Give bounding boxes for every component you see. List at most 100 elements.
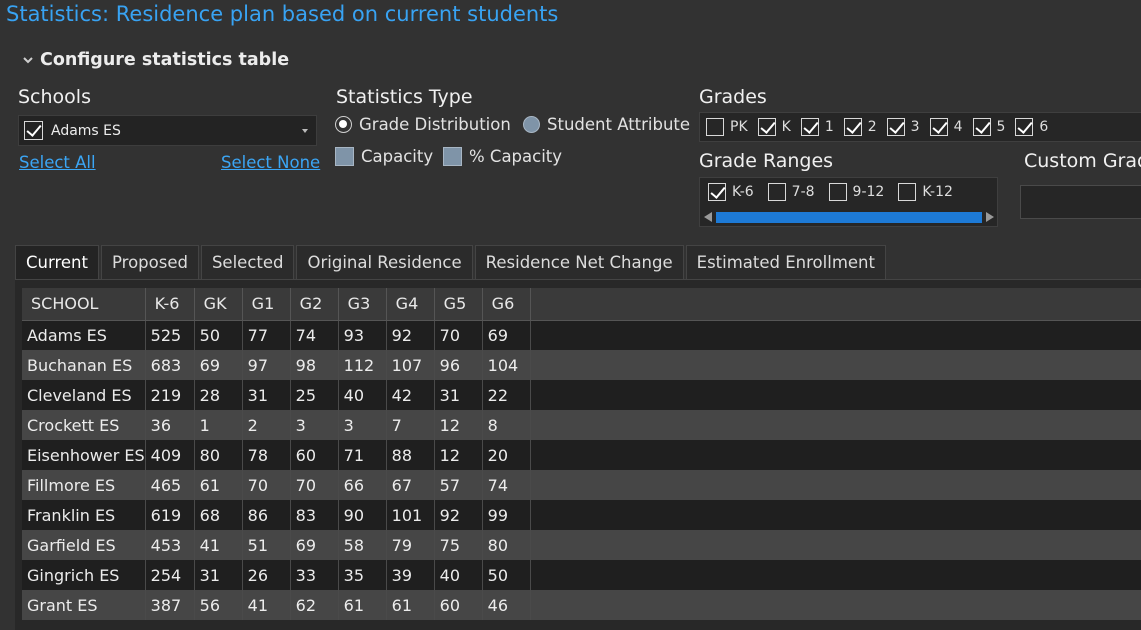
table-row[interactable]: Franklin ES 619 68 86 83 90 101 92 99 bbox=[22, 500, 1141, 530]
table-row[interactable]: Eisenhower ES 409 80 78 60 71 88 12 20 bbox=[22, 440, 1141, 470]
capacity-option[interactable]: Capacity bbox=[335, 147, 433, 166]
scroll-left-icon[interactable] bbox=[704, 212, 712, 222]
table-row[interactable]: Adams ES 525 50 77 74 93 92 70 69 bbox=[22, 320, 1141, 350]
schools-select[interactable]: Adams ES bbox=[18, 115, 317, 146]
range-item-9-12[interactable]: 9-12 bbox=[828, 183, 884, 201]
grade-count-cell: 99 bbox=[482, 500, 531, 530]
grade-item-3[interactable]: 3 bbox=[886, 118, 920, 136]
tab-residence-net-change[interactable]: Residence Net Change bbox=[474, 245, 684, 279]
grade-checkbox[interactable] bbox=[886, 118, 905, 136]
grade-item-4[interactable]: 4 bbox=[929, 118, 963, 136]
column-header[interactable]: K-6 bbox=[145, 288, 195, 321]
grade-item-2[interactable]: 2 bbox=[843, 118, 877, 136]
select-all-link[interactable]: Select All bbox=[19, 153, 96, 172]
ranges-scrollbar[interactable] bbox=[703, 211, 995, 223]
column-header[interactable]: G6 bbox=[482, 288, 531, 321]
grade-count-cell: 74 bbox=[290, 320, 339, 350]
grade-label: 2 bbox=[867, 119, 877, 135]
grade-item-k[interactable]: K bbox=[757, 118, 791, 136]
custom-grades-input[interactable] bbox=[1020, 185, 1141, 219]
range-checkbox[interactable] bbox=[767, 183, 786, 201]
statistics-table: SCHOOL K-6 GK G1 G2 G3 G4 G5 G6 Adams ES… bbox=[22, 288, 1141, 620]
grade-count-cell: 39 bbox=[386, 560, 435, 590]
grade-count-cell: 60 bbox=[290, 440, 339, 470]
grade-label: 3 bbox=[910, 119, 920, 135]
grade-distribution-label: Grade Distribution bbox=[359, 115, 511, 134]
grade-count-cell: 41 bbox=[194, 530, 243, 560]
grade-distribution-option[interactable]: Grade Distribution bbox=[335, 115, 511, 134]
table-row[interactable]: Grant ES 387 56 41 62 61 61 60 46 bbox=[22, 590, 1141, 620]
range-label: K-12 bbox=[922, 184, 953, 200]
row-filler bbox=[530, 440, 1141, 470]
column-header[interactable]: GK bbox=[194, 288, 243, 321]
row-filler bbox=[530, 500, 1141, 530]
grade-count-cell: 219 bbox=[145, 380, 195, 410]
school-name-cell: Crockett ES bbox=[22, 410, 146, 440]
table-row[interactable]: Garfield ES 453 41 51 69 58 79 75 80 bbox=[22, 530, 1141, 560]
column-header[interactable]: G4 bbox=[386, 288, 435, 321]
column-header[interactable]: G2 bbox=[290, 288, 339, 321]
grade-item-1[interactable]: 1 bbox=[800, 118, 834, 136]
range-checkbox[interactable] bbox=[898, 183, 917, 201]
column-header[interactable]: SCHOOL bbox=[22, 288, 146, 321]
grade-count-cell: 58 bbox=[338, 530, 387, 560]
table-row[interactable]: Buchanan ES 683 69 97 98 112 107 96 104 bbox=[22, 350, 1141, 380]
column-header[interactable]: G5 bbox=[434, 288, 483, 321]
grade-count-cell: 254 bbox=[145, 560, 195, 590]
school-name-cell: Gingrich ES bbox=[22, 560, 146, 590]
table-row[interactable]: Fillmore ES 465 61 70 70 66 67 57 74 bbox=[22, 470, 1141, 500]
schools-label: Schools bbox=[18, 86, 91, 108]
scroll-thumb[interactable] bbox=[716, 212, 982, 223]
grade-count-cell: 22 bbox=[482, 380, 531, 410]
grade-ranges-label: Grade Ranges bbox=[699, 150, 834, 172]
table-row[interactable]: Gingrich ES 254 31 26 33 35 39 40 50 bbox=[22, 560, 1141, 590]
grade-label: K bbox=[781, 119, 791, 135]
tab-current[interactable]: Current bbox=[15, 245, 99, 279]
tab-selected[interactable]: Selected bbox=[200, 245, 295, 279]
column-header[interactable]: G1 bbox=[242, 288, 291, 321]
row-filler bbox=[530, 530, 1141, 560]
range-item-k-12[interactable]: K-12 bbox=[898, 183, 953, 201]
radio-on-icon bbox=[335, 116, 352, 133]
tab-proposed[interactable]: Proposed bbox=[100, 245, 199, 279]
select-none-link[interactable]: Select None bbox=[221, 153, 320, 172]
grade-count-cell: 31 bbox=[434, 380, 483, 410]
configure-toggle[interactable]: Configure statistics table bbox=[22, 50, 289, 70]
grade-count-cell: 93 bbox=[338, 320, 387, 350]
grade-count-cell: 453 bbox=[145, 530, 195, 560]
grade-count-cell: 35 bbox=[338, 560, 387, 590]
grade-item-5[interactable]: 5 bbox=[972, 118, 1005, 136]
grade-checkbox[interactable] bbox=[800, 118, 819, 136]
table-row[interactable]: Crockett ES 36 1 2 3 3 7 12 8 bbox=[22, 410, 1141, 440]
grade-count-cell: 56 bbox=[194, 590, 243, 620]
grade-count-cell: 1 bbox=[194, 410, 243, 440]
range-checkbox[interactable] bbox=[708, 183, 726, 201]
range-item-k-6[interactable]: K-6 bbox=[708, 183, 754, 201]
tab-estimated-enrollment[interactable]: Estimated Enrollment bbox=[685, 245, 886, 279]
range-item-7-8[interactable]: 7-8 bbox=[767, 183, 815, 201]
scroll-right-icon[interactable] bbox=[986, 212, 994, 222]
grade-count-cell: 41 bbox=[242, 590, 291, 620]
grade-count-cell: 57 bbox=[434, 470, 483, 500]
grade-checkbox[interactable] bbox=[843, 118, 862, 136]
grade-checkbox[interactable] bbox=[1015, 118, 1034, 136]
student-attribute-option[interactable]: Student Attribute bbox=[523, 115, 690, 134]
grade-item-pk[interactable]: PK bbox=[706, 118, 748, 136]
school-checkbox[interactable] bbox=[24, 121, 43, 140]
grade-count-cell: 31 bbox=[242, 380, 291, 410]
grade-checkbox[interactable] bbox=[757, 118, 776, 136]
grade-count-cell: 70 bbox=[290, 470, 339, 500]
tab-original-residence[interactable]: Original Residence bbox=[296, 245, 473, 279]
grade-item-6[interactable]: 6 bbox=[1015, 118, 1048, 136]
school-selected-value: Adams ES bbox=[51, 122, 121, 139]
pct-capacity-option[interactable]: % Capacity bbox=[443, 147, 562, 166]
column-header[interactable]: G3 bbox=[338, 288, 387, 321]
grade-checkbox[interactable] bbox=[706, 118, 724, 136]
grade-count-cell: 90 bbox=[338, 500, 387, 530]
table-row[interactable]: Cleveland ES 219 28 31 25 40 42 31 22 bbox=[22, 380, 1141, 410]
grade-count-cell: 67 bbox=[386, 470, 435, 500]
range-checkbox[interactable] bbox=[828, 183, 847, 201]
school-name-cell: Eisenhower ES bbox=[22, 440, 146, 470]
grade-checkbox[interactable] bbox=[929, 118, 948, 136]
grade-checkbox[interactable] bbox=[972, 118, 991, 136]
